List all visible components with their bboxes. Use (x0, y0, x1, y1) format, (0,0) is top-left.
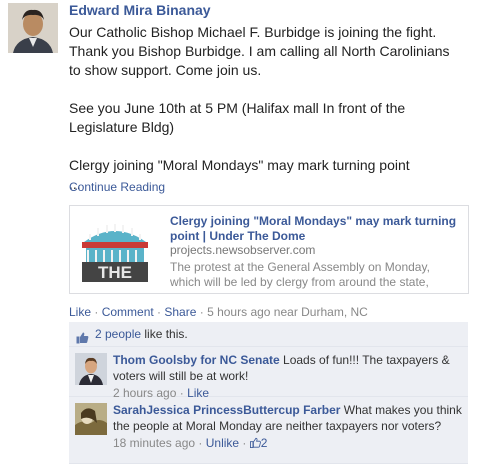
comment-body: SarahJessica PrincessButtercup Farber Wh… (113, 397, 468, 455)
share-link[interactable]: Share (164, 305, 196, 319)
feedback-area: 2 people like this. Thom Goolsby for NC … (69, 322, 468, 464)
like-count: 2 (260, 436, 268, 450)
commenter-avatar[interactable] (75, 403, 107, 435)
like-link[interactable]: Like (69, 305, 91, 319)
post-body: Our Catholic Bishop Michael F. Burbidge … (69, 23, 489, 194)
author-avatar[interactable] (8, 3, 58, 53)
thumbs-up-icon (249, 437, 261, 448)
likes-summary: 2 people like this. (69, 322, 468, 347)
link-description: The protest at the General Assembly on M… (170, 260, 430, 289)
separator: · (196, 305, 208, 319)
comment-item: Thom Goolsby for NC Senate Loads of fun!… (69, 347, 468, 400)
commenter-avatar[interactable] (75, 353, 107, 385)
separator: · (91, 305, 102, 319)
thumbs-up-icon (76, 328, 89, 344)
link-domain: projects.newsobserver.com (170, 243, 316, 257)
comment-item: SarahJessica PrincessButtercup Farber Wh… (69, 397, 468, 464)
likers-link[interactable]: 2 people (95, 327, 141, 341)
link-thumbnail[interactable]: THE (78, 216, 152, 284)
post-timestamp[interactable]: 5 hours ago near Durham, NC (207, 305, 368, 319)
commenter-name[interactable]: SarahJessica PrincessButtercup Farber (113, 403, 340, 417)
comment-like-count[interactable]: 2 (249, 436, 268, 450)
separator: · (153, 305, 165, 319)
likes-suffix: like this. (141, 327, 188, 341)
comment-unlike-link[interactable]: Unlike (206, 436, 239, 450)
svg-text:THE: THE (98, 263, 132, 282)
continue-reading-link[interactable]: Continue Reading (69, 180, 165, 194)
commenter-name[interactable]: Thom Goolsby for NC Senate (113, 353, 280, 367)
post-actions: Like · Comment · Share · 5 hours ago nea… (69, 305, 368, 319)
shared-link-card[interactable]: THE Clergy joining "Moral Mondays" may m… (69, 205, 469, 294)
link-title[interactable]: Clergy joining "Moral Mondays" may mark … (170, 214, 460, 244)
comment-meta: 18 minutes ago · Unlike · 2 (113, 436, 268, 450)
post-text: Our Catholic Bishop Michael F. Burbidge … (69, 24, 450, 192)
comment-timestamp[interactable]: 18 minutes ago (113, 436, 195, 450)
comment-link[interactable]: Comment (102, 305, 154, 319)
post-author-name[interactable]: Edward Mira Binanay (69, 2, 211, 18)
